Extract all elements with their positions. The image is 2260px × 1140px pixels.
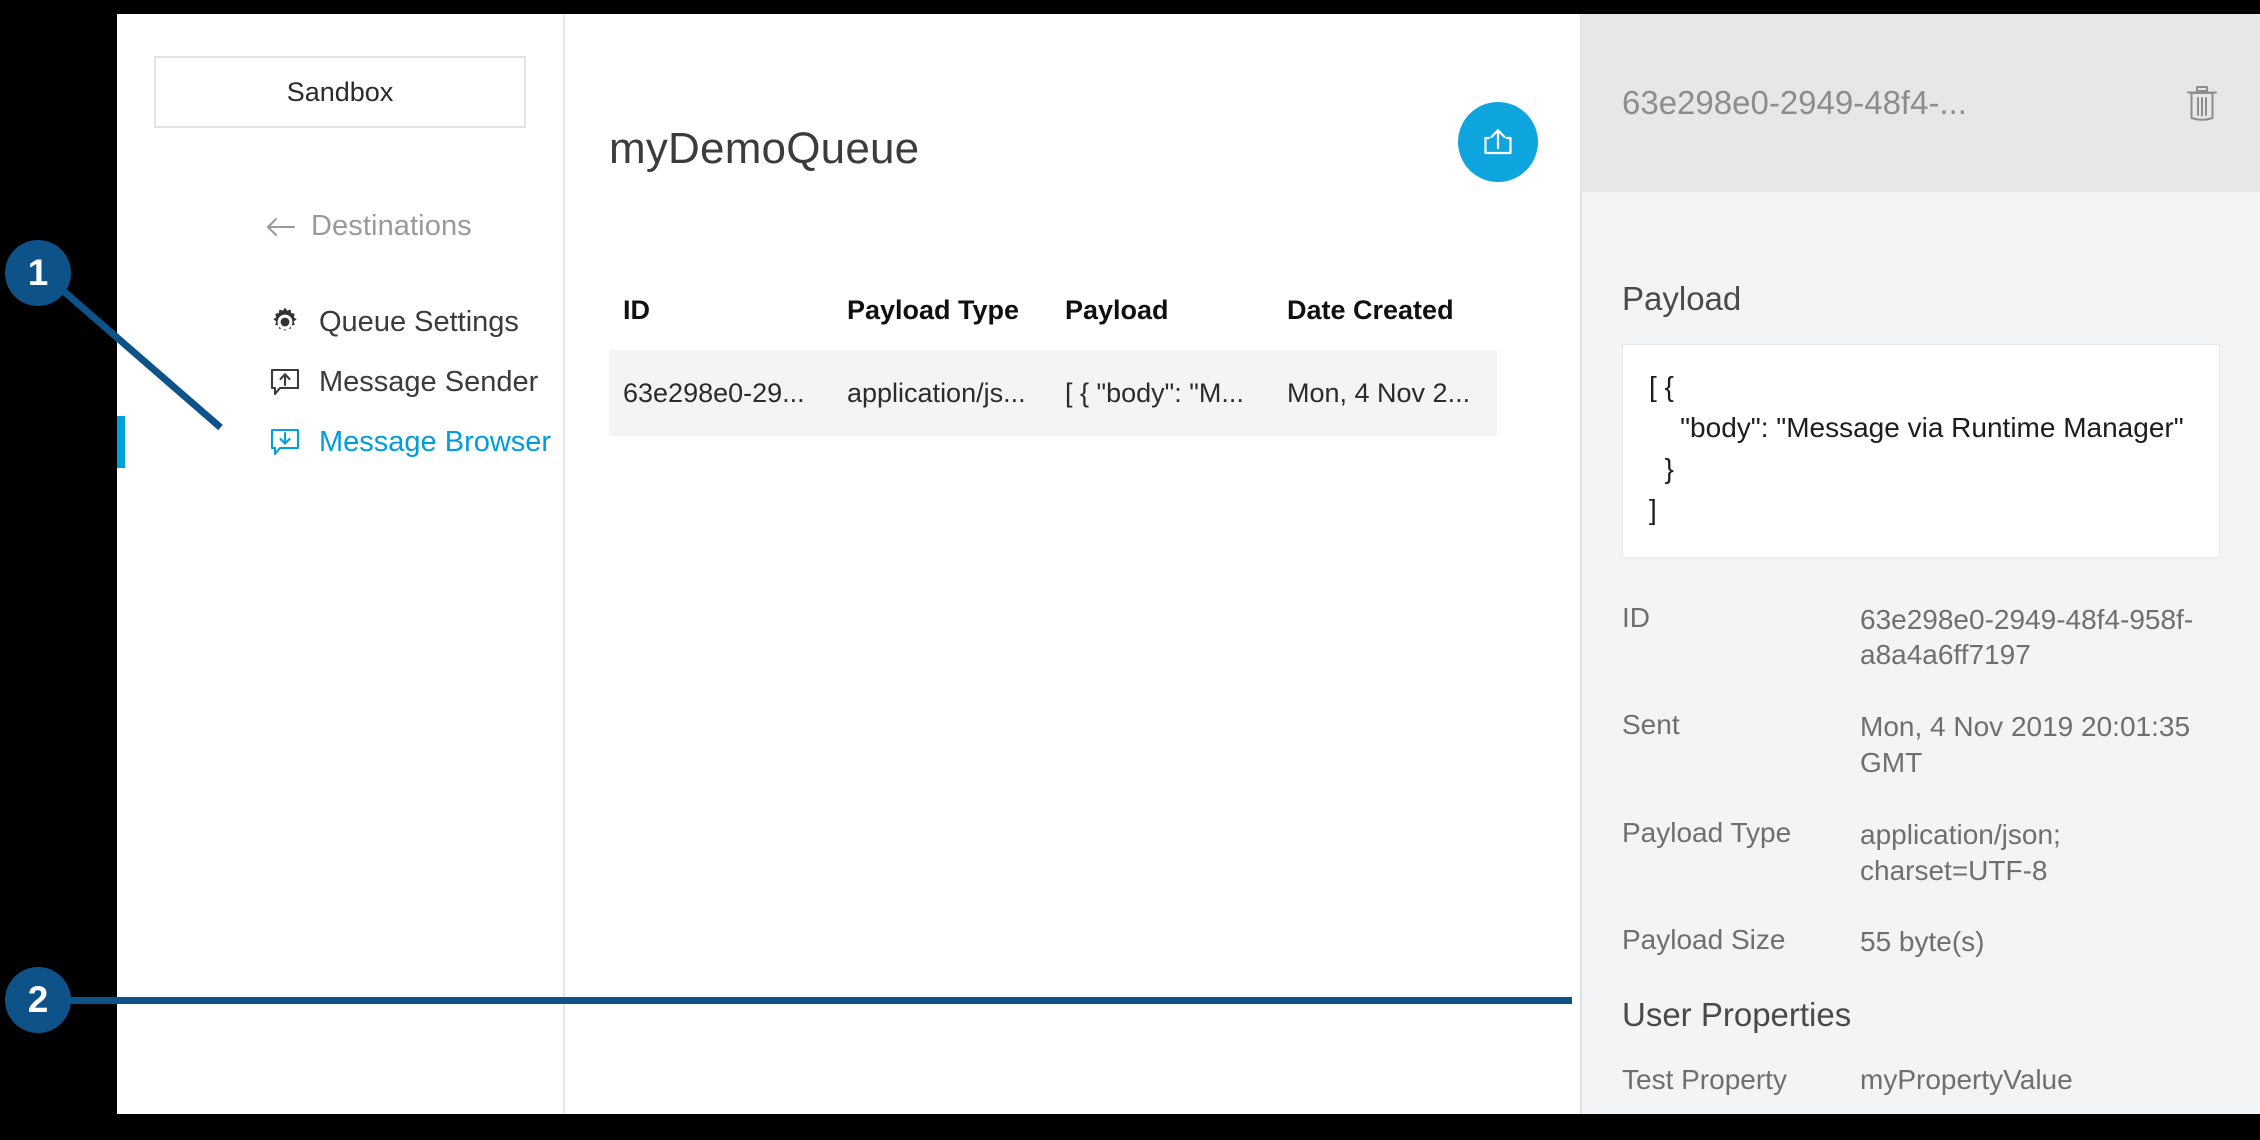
trash-icon [2182, 82, 2222, 124]
metadata-row: Payload Size 55 byte(s) [1622, 924, 2220, 960]
message-upload-icon [269, 366, 301, 398]
metadata-row: Sent Mon, 4 Nov 2019 20:01:35 GMT [1622, 709, 2220, 781]
table-row[interactable]: 63e298e0-29... application/js... [ { "bo… [609, 350, 1497, 436]
payload-content: [ { "body": "Message via Runtime Manager… [1649, 371, 2184, 525]
sidebar-nav-list: Queue Settings Message Sender Message Br… [117, 292, 563, 472]
cell-id: 63e298e0-29... [623, 377, 805, 408]
user-properties-list: Test Property myPropertyValue [1622, 1064, 2220, 1096]
message-detail-panel: 63e298e0-2949-48f4-... Payload [{"body… [1580, 14, 2260, 1114]
cell-payload-type: application/js... [847, 377, 1026, 408]
arrow-left-icon [265, 216, 295, 238]
gear-icon [269, 306, 301, 338]
user-properties-title: User Properties [1622, 996, 1852, 1034]
column-header-date-created: Date Created [1287, 295, 1454, 325]
metadata-row: Payload Type application/json; charset=U… [1622, 817, 2220, 889]
main-content: myDemoQueue ID Payload Type Payload Date… [565, 14, 1580, 1114]
metadata-value: 63e298e0-2949-48f4-958f-a8a4a6ff7197 [1860, 603, 2194, 671]
page-title: myDemoQueue [609, 124, 920, 173]
callout-badge-2: 2 [5, 967, 71, 1033]
environment-selector-button[interactable]: Sandbox [154, 56, 526, 128]
metadata-key: Payload Size [1622, 924, 1786, 956]
back-link-label: Destinations [311, 210, 472, 242]
sidebar: Sandbox Destinations Queue Settings Mess… [117, 14, 565, 1114]
user-property-key: Test Property [1622, 1064, 1787, 1096]
metadata-row: ID 63e298e0-2949-48f4-958f-a8a4a6ff7197 [1622, 602, 2220, 674]
metadata-value: application/json; charset=UTF-8 [1860, 818, 2061, 886]
sidebar-item-label: Queue Settings [319, 305, 519, 338]
sidebar-item-message-sender[interactable]: Message Sender [117, 352, 563, 412]
metadata-list: ID 63e298e0-2949-48f4-958f-a8a4a6ff7197 … [1622, 602, 2220, 961]
column-header-payload: Payload [1065, 295, 1169, 325]
callout-badge-number: 2 [27, 979, 49, 1020]
metadata-value: Mon, 4 Nov 2019 20:01:35 GMT [1860, 711, 2191, 778]
messages-table: ID Payload Type Payload Date Created 63e… [609, 276, 1497, 436]
metadata-key: ID [1622, 601, 1650, 633]
user-property-row: Test Property myPropertyValue [1622, 1064, 2220, 1096]
message-download-icon [269, 426, 301, 458]
send-message-fab-button[interactable] [1458, 102, 1538, 182]
callout-badge-1: 1 [5, 240, 71, 306]
metadata-key: Sent [1622, 709, 1680, 741]
back-to-destinations-link[interactable]: Destinations [265, 210, 472, 243]
payload-box: [ { "body": "Message via Runtime Manager… [1622, 344, 2220, 558]
upload-share-icon [1478, 122, 1518, 162]
table-header-row: ID Payload Type Payload Date Created [609, 276, 1497, 326]
sidebar-item-message-browser[interactable]: Message Browser [117, 412, 563, 472]
app-window: Sandbox Destinations Queue Settings Mess… [117, 14, 2260, 1114]
payload-section-title: Payload [1622, 280, 1742, 317]
detail-panel-body: Payload [ { "body": "Message via Runtime… [1582, 280, 2260, 1096]
user-property-value: myPropertyValue [1860, 1064, 2073, 1096]
delete-message-button[interactable] [2182, 82, 2222, 124]
callout-badge-number: 1 [27, 252, 49, 293]
detail-panel-header: 63e298e0-2949-48f4-... [1582, 14, 2260, 192]
column-header-payload-type: Payload Type [847, 295, 1020, 325]
column-header-id: ID [623, 295, 650, 325]
sidebar-item-label: Message Sender [319, 365, 539, 398]
metadata-key: Payload Type [1622, 816, 1792, 848]
sidebar-item-label: Message Browser [319, 425, 552, 458]
detail-header-title: 63e298e0-2949-48f4-... [1622, 84, 1967, 121]
cell-date-created: Mon, 4 Nov 2... [1287, 377, 1471, 408]
cell-payload: [ { "body": "M... [1065, 377, 1244, 408]
screenshot-root: Sandbox Destinations Queue Settings Mess… [0, 0, 2260, 1140]
sidebar-item-queue-settings[interactable]: Queue Settings [117, 292, 563, 352]
metadata-value: 55 byte(s) [1860, 926, 1985, 958]
